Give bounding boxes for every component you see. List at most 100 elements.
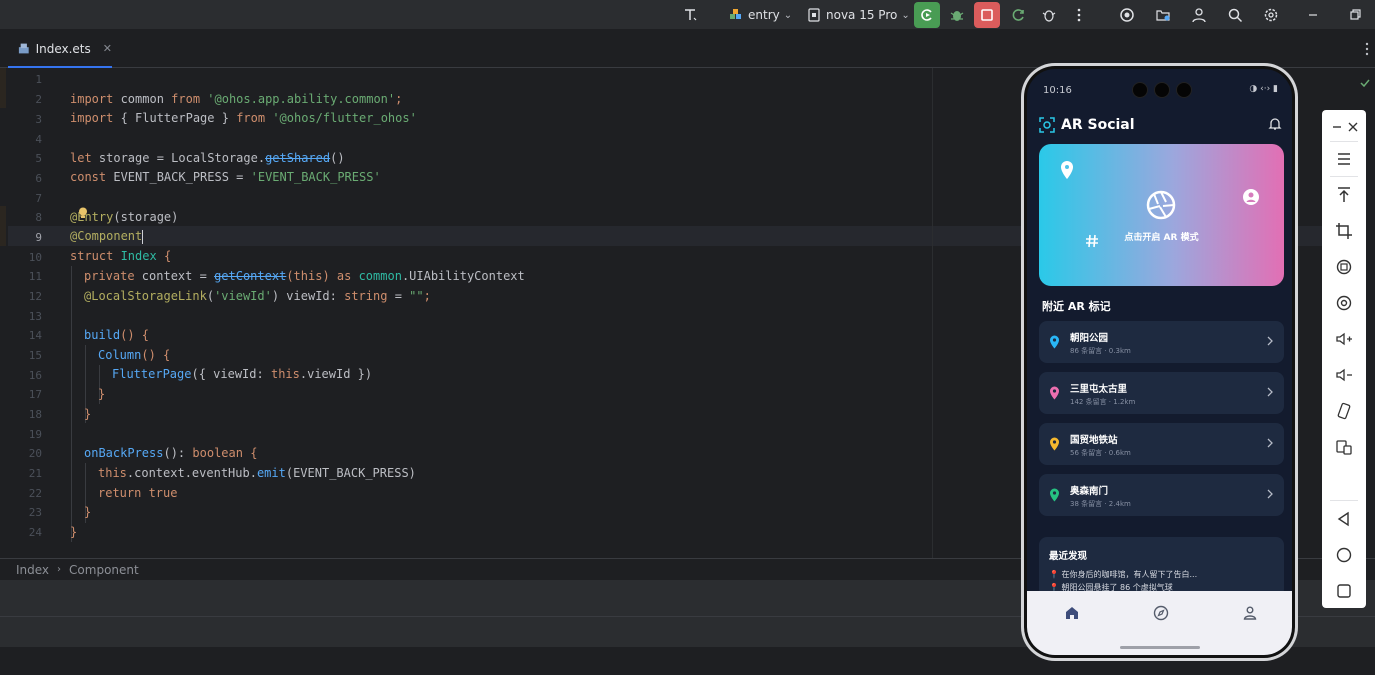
location-item[interactable]: 朝阳公园 86 条留言 · 0.3km <box>1039 321 1284 363</box>
breadcrumb-item[interactable]: Index <box>16 563 49 577</box>
multi-device-icon[interactable] <box>1335 438 1353 456</box>
camera-icon <box>1176 82 1192 98</box>
screenshot-icon[interactable] <box>1335 294 1353 312</box>
line-number: 24 <box>28 526 42 539</box>
debug-icon[interactable] <box>944 2 970 28</box>
intention-bulb-icon[interactable] <box>78 207 88 222</box>
recent-discoveries-card[interactable]: 最近发现 📍 在你身后的咖啡馆，有人留下了告白... 📍 朝阳公园悬挂了 86 … <box>1039 537 1284 597</box>
tab-options-icon[interactable] <box>1365 41 1369 60</box>
run-icon[interactable] <box>914 2 940 28</box>
folder-sync-icon[interactable] <box>1150 2 1176 28</box>
ar-mode-card[interactable]: 点击开启 AR 模式 <box>1039 144 1284 286</box>
menu-icon[interactable] <box>1335 150 1353 168</box>
code-line: Column() { <box>98 348 171 362</box>
code-line: @Component <box>70 229 144 244</box>
module-selector[interactable]: entry ⌄ <box>728 3 792 27</box>
line-number: 6 <box>35 172 42 185</box>
inspection-ok-icon[interactable] <box>1359 74 1371 93</box>
line-number: 20 <box>28 447 42 460</box>
line-number: 12 <box>28 290 42 303</box>
account-icon[interactable] <box>1186 2 1212 28</box>
home-icon[interactable] <box>1335 546 1353 564</box>
location-pin-icon <box>1050 335 1059 349</box>
status-icons: ◑ ‹·› ▮ <box>1249 84 1278 94</box>
line-number: 15 <box>28 349 42 362</box>
code-line: } <box>70 525 78 539</box>
toolbar-divider <box>1330 176 1358 177</box>
file-icon <box>18 43 29 54</box>
volume-down-icon[interactable] <box>1335 366 1353 384</box>
location-name: 三里屯太古里 <box>1070 384 1128 395</box>
toolbar-divider <box>1330 141 1358 142</box>
stop-icon[interactable] <box>974 2 1000 28</box>
line-number: 21 <box>28 467 42 480</box>
crop-icon[interactable] <box>1335 222 1353 240</box>
line-number: 10 <box>28 251 42 264</box>
code-line: const EVENT_BACK_PRESS = 'EVENT_BACK_PRE… <box>70 170 381 184</box>
shake-icon[interactable] <box>1335 402 1353 420</box>
location-pin-icon <box>1061 161 1073 179</box>
code-area[interactable]: import common from '@ohos.app.ability.co… <box>70 68 930 558</box>
tab-label: Index.ets <box>35 41 91 56</box>
search-icon[interactable] <box>1222 2 1248 28</box>
location-item[interactable]: 奥森南门 38 条留言 · 2.4km <box>1039 474 1284 516</box>
line-number: 7 <box>35 192 42 205</box>
close-icon[interactable] <box>1344 118 1362 136</box>
code-line: return true <box>98 486 178 500</box>
rotate-icon[interactable] <box>1335 258 1353 276</box>
recent-item: 📍 在你身后的咖啡馆，有人留下了告白... <box>1049 570 1198 579</box>
code-line: } <box>84 407 92 421</box>
bottom-nav <box>1027 591 1292 655</box>
phone-status-bar: 10:16 ◑ ‹·› ▮ <box>1027 69 1292 109</box>
profiler-icon[interactable] <box>1036 2 1062 28</box>
tab-close-icon[interactable]: ✕ <box>103 42 112 55</box>
recent-title: 最近发现 <box>1049 551 1088 562</box>
volume-up-icon[interactable] <box>1335 330 1353 348</box>
ar-logo-icon <box>1039 117 1055 133</box>
chevron-down-icon: ⌄ <box>783 9 793 21</box>
right-margin-guide <box>932 68 933 558</box>
restore-icon[interactable] <box>1342 2 1368 28</box>
line-number: 13 <box>28 310 42 323</box>
text-caret <box>142 229 144 244</box>
code-line: } <box>98 387 106 401</box>
tab-index-ets[interactable]: Index.ets ✕ <box>8 31 112 68</box>
status-time: 10:16 <box>1043 85 1072 96</box>
profile-icon[interactable] <box>1242 605 1258 621</box>
bell-icon[interactable] <box>1268 117 1282 131</box>
code-line: import { FlutterPage } from '@ohos/flutt… <box>70 111 417 125</box>
code-line: let storage = LocalStorage.getShared() <box>70 151 345 165</box>
home-icon[interactable] <box>1064 605 1080 621</box>
recents-icon[interactable] <box>1335 582 1353 600</box>
app-title: AR Social <box>1061 117 1135 133</box>
sync-icon[interactable] <box>1005 2 1031 28</box>
record-icon[interactable] <box>1114 2 1140 28</box>
breadcrumb-item[interactable]: Component <box>69 563 139 577</box>
location-item[interactable]: 三里屯太古里 142 条留言 · 1.2km <box>1039 372 1284 414</box>
camera-icon <box>1132 82 1148 98</box>
code-line: import common from '@ohos.app.ability.co… <box>70 92 403 106</box>
more-icon[interactable] <box>1066 2 1092 28</box>
minimize-icon[interactable] <box>1300 2 1326 28</box>
toolbar-divider <box>1330 500 1358 501</box>
line-number: 2 <box>35 93 42 106</box>
location-meta: 86 条留言 · 0.3km <box>1070 347 1131 355</box>
text-tool-icon[interactable] <box>677 2 703 28</box>
explore-icon[interactable] <box>1153 605 1169 621</box>
pin-icon: 📍 <box>1049 570 1059 579</box>
device-screen[interactable]: 10:16 ◑ ‹·› ▮ AR Social 点击开启 AR 模式 附近 AR… <box>1027 69 1292 655</box>
device-selector[interactable]: nova 15 Pro ⌄ <box>806 3 910 27</box>
device-emulator: 10:16 ◑ ‹·› ▮ AR Social 点击开启 AR 模式 附近 AR… <box>1021 63 1298 661</box>
settings-icon[interactable] <box>1258 2 1284 28</box>
line-number: 14 <box>28 329 42 342</box>
pin-top-icon[interactable] <box>1335 186 1353 204</box>
line-number: 17 <box>28 388 42 401</box>
back-icon[interactable] <box>1335 510 1353 528</box>
line-number-gutter: 1 2 3 4 5 6 7 8 9 10 11 12 13 14 15 16 1… <box>8 68 52 558</box>
module-label: entry <box>748 8 780 22</box>
code-line: build() { <box>84 328 150 342</box>
location-item[interactable]: 国贸地铁站 56 条留言 · 0.6km <box>1039 423 1284 465</box>
module-icon <box>730 9 741 19</box>
line-number: 22 <box>28 487 42 500</box>
chevron-right-icon <box>1267 489 1273 499</box>
